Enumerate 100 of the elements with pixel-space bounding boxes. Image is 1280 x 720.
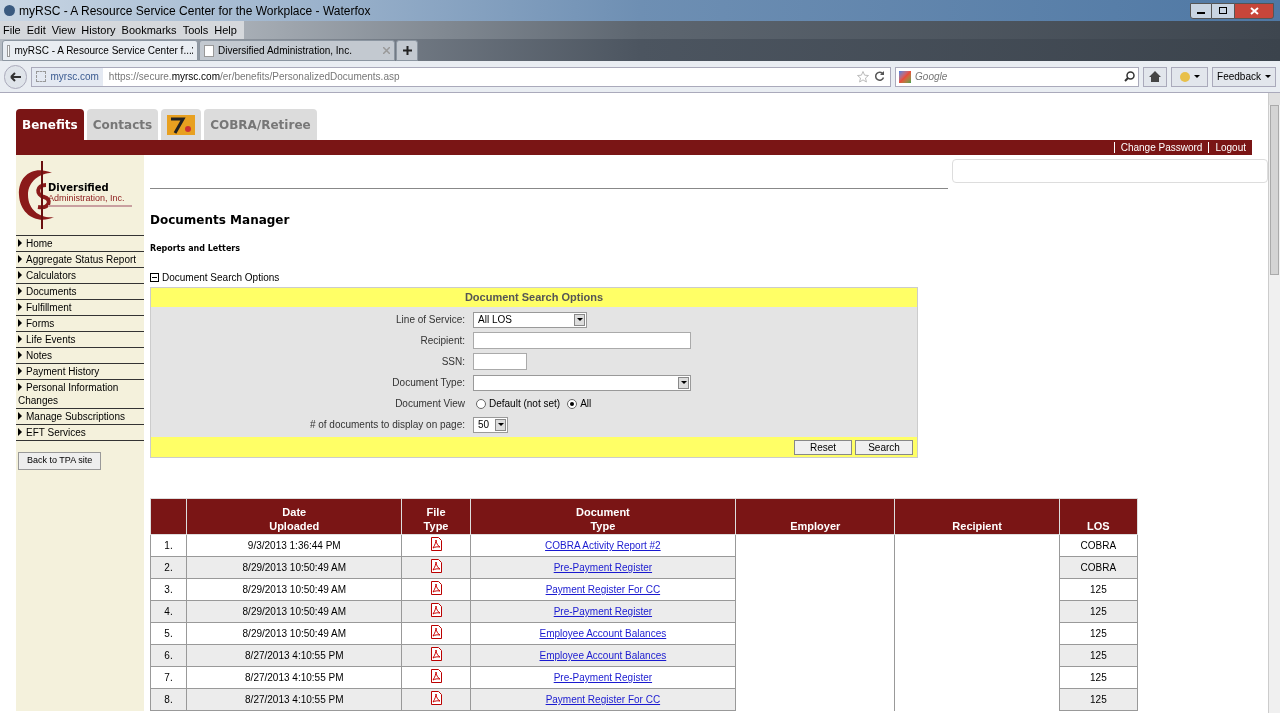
sidebar-link[interactable]: Home — [16, 235, 144, 251]
sidebar-link[interactable]: Life Events — [16, 331, 144, 347]
back-to-tpa-button[interactable]: Back to TPA site — [18, 452, 102, 470]
bookmark-star-icon[interactable] — [857, 70, 870, 83]
sidebar-link[interactable]: Payment History — [16, 363, 144, 379]
menu-item[interactable]: Edit — [23, 21, 49, 39]
back-button[interactable] — [4, 64, 28, 89]
logo-subtitle: Administration, Inc. — [48, 193, 126, 203]
header-link[interactable]: Change Password — [1113, 142, 1209, 153]
browser-tab[interactable]: Diversified Administration, Inc. — [199, 40, 395, 61]
plus-icon — [402, 46, 412, 55]
field-label: # of documents to display on page: — [308, 418, 466, 432]
pdf-file-icon[interactable] — [430, 668, 442, 683]
back-arrow-icon — [9, 71, 22, 82]
table-cell: 8/27/2013 4:10:55 PM — [186, 644, 402, 667]
text-field[interactable] — [473, 353, 527, 370]
table-cell: 7. — [150, 666, 187, 689]
select-field[interactable]: 50 — [473, 416, 508, 433]
reload-icon[interactable] — [874, 71, 886, 82]
sidebar-link[interactable]: Notes — [16, 347, 144, 363]
form-button[interactable]: Search — [855, 439, 913, 455]
select-field[interactable]: All LOS — [473, 311, 587, 328]
site-tab[interactable] — [161, 109, 202, 140]
minimize-button[interactable] — [1190, 2, 1212, 19]
home-icon — [1149, 71, 1162, 82]
menu-item[interactable]: Bookmarks — [118, 21, 180, 39]
window-title: myRSC - A Resource Service Center for the Workplace - Waterfox — [19, 2, 371, 20]
header-search-field[interactable] — [952, 159, 1268, 183]
pdf-file-icon[interactable] — [430, 690, 442, 705]
pdf-file-icon[interactable] — [430, 536, 442, 551]
site-tab[interactable]: Benefits — [16, 109, 84, 140]
search-icon[interactable] — [1124, 71, 1136, 82]
header-link[interactable]: Logout — [1208, 142, 1252, 153]
panel-title: Document Search Options — [151, 288, 917, 307]
radio-button[interactable] — [476, 398, 486, 409]
sidebar-link[interactable]: Calculators — [16, 267, 144, 283]
sidebar-link[interactable]: EFT Services — [16, 424, 144, 440]
pdf-file-icon[interactable] — [430, 646, 442, 661]
document-link[interactable]: Pre-Payment Register — [553, 562, 653, 573]
radio-button[interactable] — [567, 398, 578, 409]
feedback-button[interactable]: Feedback — [1212, 66, 1276, 87]
document-link[interactable]: Pre-Payment Register — [553, 672, 653, 683]
page-icon — [7, 44, 11, 57]
text-field[interactable] — [473, 332, 691, 349]
field-label: Document Type: — [391, 376, 466, 390]
sidebar-link[interactable]: Aggregate Status Report — [16, 251, 144, 267]
site-identity-button[interactable]: myrsc.com — [32, 67, 103, 86]
table-cell: 4. — [150, 600, 187, 623]
table-cell: 8. — [150, 688, 187, 711]
table-cell: 1. — [150, 534, 187, 557]
column-header: File Type — [402, 498, 471, 535]
table-cell: 8/29/2013 10:50:49 AM — [186, 622, 402, 645]
table-cell: 8/29/2013 10:50:49 AM — [186, 578, 402, 601]
logo-name: Diversified — [48, 183, 110, 193]
table-cell: 2. — [150, 556, 187, 579]
restore-button[interactable] — [1212, 2, 1234, 19]
table-cell: 5. — [150, 622, 187, 645]
search-field[interactable]: Google — [895, 66, 1140, 87]
browser-tab[interactable]: myRSC - A Resource Service Center f... — [2, 40, 198, 61]
sidebar-link[interactable]: Personal Information Changes — [16, 379, 144, 408]
menu-item[interactable]: History — [78, 21, 119, 39]
emblem-icon — [167, 114, 196, 135]
column-header: Date Uploaded — [186, 498, 402, 535]
page-title: Documents Manager — [150, 212, 291, 229]
home-button[interactable] — [1143, 66, 1167, 87]
page-icon — [204, 44, 214, 57]
select-field[interactable] — [473, 374, 691, 391]
close-button[interactable] — [1234, 2, 1274, 19]
pdf-file-icon[interactable] — [430, 624, 442, 639]
column-header — [150, 498, 187, 535]
sidebar-link[interactable]: Documents — [16, 283, 144, 299]
table-cell: 8/27/2013 4:10:55 PM — [186, 666, 402, 689]
table-cell: 8/29/2013 10:50:49 AM — [186, 600, 402, 623]
pdf-file-icon[interactable] — [430, 580, 442, 595]
pdf-file-icon[interactable] — [430, 558, 442, 573]
menu-item[interactable]: Help — [211, 21, 240, 39]
field-label: SSN: — [440, 355, 466, 369]
field-label: Recipient: — [419, 334, 466, 348]
collapse-icon[interactable] — [150, 273, 159, 282]
radio-label[interactable]: Default (not set) — [489, 396, 561, 411]
sidebar-link[interactable]: Forms — [16, 315, 144, 331]
column-header: Employer — [735, 498, 895, 535]
sidebar-link[interactable]: Manage Subscriptions — [16, 408, 144, 424]
pdf-file-icon[interactable] — [430, 602, 442, 617]
column-header: Recipient — [894, 498, 1060, 535]
menu-item[interactable]: Tools — [179, 21, 212, 39]
scrollbar[interactable] — [1268, 93, 1280, 713]
radio-label[interactable]: All — [580, 396, 592, 411]
close-icon — [1249, 6, 1259, 15]
menu-item[interactable]: View — [48, 21, 79, 39]
document-link[interactable]: Pre-Payment Register — [553, 606, 653, 617]
section-toggle-label[interactable]: Document Search Options — [162, 270, 280, 285]
table-cell: 3. — [150, 578, 187, 601]
form-button[interactable]: Reset — [794, 439, 852, 455]
table-cell: 6. — [150, 644, 187, 667]
table-cell: 8/29/2013 10:50:49 AM — [186, 556, 402, 579]
menu-item[interactable]: File — [0, 21, 24, 39]
address-field[interactable]: myrsc.com https://secure.myrsc.com/er/benefits/PersonalizedDocuments.asp — [31, 66, 892, 87]
new-tab-button[interactable] — [396, 40, 418, 61]
sidebar-link[interactable]: Fulfillment — [16, 299, 144, 315]
